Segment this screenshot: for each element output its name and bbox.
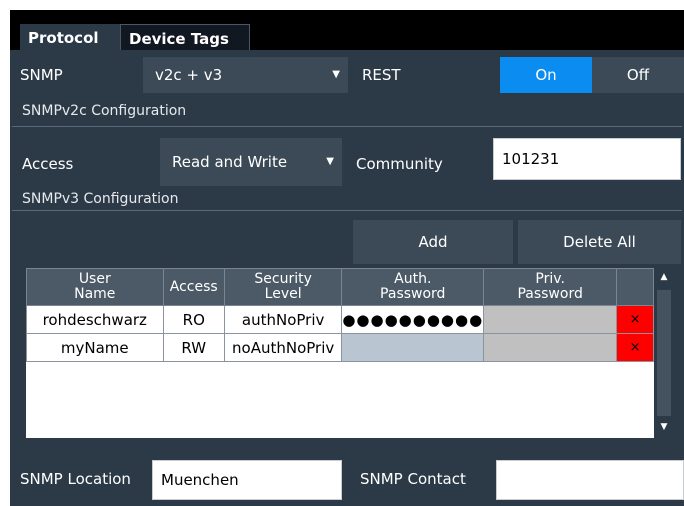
table-row[interactable]: myName RW noAuthNoPriv × xyxy=(26,333,654,362)
column-header-delete xyxy=(616,268,654,306)
section-divider xyxy=(12,126,682,127)
rest-off-toggle[interactable]: Off xyxy=(592,57,684,93)
auth-password-cell[interactable]: ●●●●●●●●●● xyxy=(341,305,485,334)
table-row[interactable]: rohdeschwarz RO authNoPriv ●●●●●●●●●● × xyxy=(26,305,654,334)
chevron-down-icon: ▼ xyxy=(326,156,334,167)
delete-all-button[interactable]: Delete All xyxy=(518,220,681,264)
scroll-down-icon[interactable]: ▼ xyxy=(655,422,673,432)
snmpv3-section-title: SNMPv3 Configuration xyxy=(22,191,179,207)
access-cell[interactable]: RW xyxy=(162,333,225,362)
column-header-priv-password[interactable]: Priv. Password xyxy=(483,268,618,306)
column-header-security-level[interactable]: Security Level xyxy=(223,268,343,306)
rest-label: REST xyxy=(362,66,401,84)
security-level-cell[interactable]: authNoPriv xyxy=(223,305,343,334)
section-divider xyxy=(12,210,682,211)
delete-row-icon[interactable]: × xyxy=(616,305,654,334)
security-level-cell[interactable]: noAuthNoPriv xyxy=(223,333,343,362)
table-scrollbar[interactable]: ▲ ▼ xyxy=(655,268,673,438)
add-button[interactable]: Add xyxy=(353,220,513,264)
tab-protocol[interactable]: Protocol xyxy=(20,24,120,52)
snmpv2c-section-title: SNMPv2c Configuration xyxy=(22,103,187,119)
access-value: Read and Write xyxy=(172,153,288,171)
auth-password-cell xyxy=(341,333,485,362)
delete-row-icon[interactable]: × xyxy=(616,333,654,362)
snmp-location-label: SNMP Location xyxy=(20,470,131,488)
access-dropdown[interactable]: Read and Write ▼ xyxy=(160,138,342,186)
snmp-version-dropdown[interactable]: v2c + v3 ▼ xyxy=(143,57,348,93)
column-header-user-name[interactable]: User Name xyxy=(26,268,164,306)
snmp-location-input[interactable]: Muenchen xyxy=(152,460,342,500)
users-table: User Name Access Security Level Auth. Passw… xyxy=(26,268,654,362)
user-name-cell[interactable]: rohdeschwarz xyxy=(26,305,164,334)
user-name-cell[interactable]: myName xyxy=(26,333,164,362)
column-header-access[interactable]: Access xyxy=(162,268,225,306)
priv-password-cell xyxy=(483,305,618,334)
snmp-contact-input[interactable] xyxy=(496,460,684,500)
snmp-contact-label: SNMP Contact xyxy=(360,470,466,488)
scroll-thumb[interactable] xyxy=(657,290,671,416)
dialog-frame: Protocol Device Tags SNMP v2c + v3 ▼ RES… xyxy=(10,10,684,506)
scroll-up-icon[interactable]: ▲ xyxy=(655,272,673,282)
chevron-down-icon: ▼ xyxy=(332,69,340,80)
community-input[interactable]: 101231 xyxy=(493,138,681,180)
snmp-label: SNMP xyxy=(20,66,63,84)
protocol-panel: SNMP v2c + v3 ▼ REST On Off SNMPv2c Conf… xyxy=(10,50,684,506)
priv-password-cell xyxy=(483,333,618,362)
access-cell[interactable]: RO xyxy=(162,305,225,334)
snmp-version-value: v2c + v3 xyxy=(155,66,223,84)
column-header-auth-password[interactable]: Auth. Password xyxy=(341,268,485,306)
access-label: Access xyxy=(22,155,74,173)
community-label: Community xyxy=(356,155,443,173)
tab-device-tags[interactable]: Device Tags xyxy=(120,24,250,52)
rest-on-toggle[interactable]: On xyxy=(500,57,592,93)
